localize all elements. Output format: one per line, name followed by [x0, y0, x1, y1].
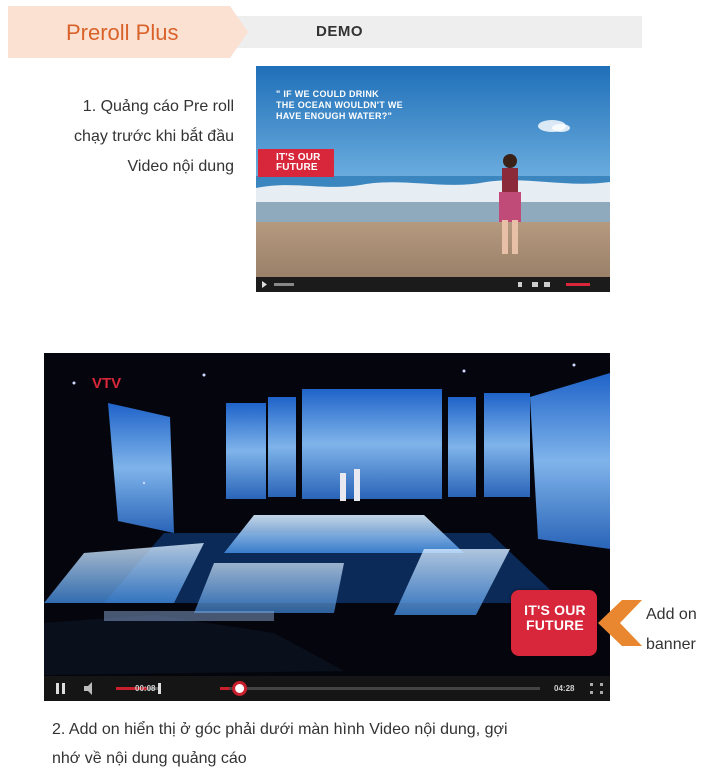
- header-bar: [232, 16, 642, 48]
- banner-line: FUTURE: [526, 617, 584, 633]
- addon-label: Add on banner: [646, 600, 709, 660]
- content-controls: [56, 681, 603, 696]
- tab-title[interactable]: Preroll Plus: [66, 20, 178, 46]
- step1-line: Video nội dung: [127, 158, 234, 175]
- addon-banner-text: IT'S OUR FUTURE: [516, 603, 594, 633]
- addon-line: banner: [646, 636, 696, 653]
- step1-caption: 1. Quảng cáo Pre roll chạy trước khi bắt…: [20, 92, 234, 182]
- preroll-control-bar[interactable]: [256, 277, 610, 292]
- step2-line: 2. Add on hiển thị ở góc phải dưới màn h…: [52, 721, 508, 738]
- fullscreen-icon: [590, 683, 593, 686]
- quote-line: HAVE ENOUGH WATER?": [276, 111, 393, 121]
- step2-caption: 2. Add on hiển thị ở góc phải dưới màn h…: [52, 715, 652, 773]
- volume-icon: [84, 682, 92, 695]
- step1-line: chạy trước khi bắt đầu: [74, 128, 234, 145]
- banner-line: IT'S OUR: [524, 602, 586, 618]
- addon-line: Add on: [646, 606, 697, 623]
- quote-line: THE OCEAN WOULDN'T WE: [276, 100, 403, 110]
- progress-handle: [232, 681, 248, 696]
- volume-icon: [518, 282, 522, 287]
- preroll-quote: " IF WE COULD DRINK THE OCEAN WOULDN'T W…: [276, 89, 456, 122]
- play-icon: [262, 281, 267, 288]
- quote-line: " IF WE COULD DRINK: [276, 89, 379, 99]
- settings-icon: [532, 282, 538, 287]
- progress-track: [220, 687, 540, 690]
- content-control-bar[interactable]: [44, 676, 610, 701]
- time-elapsed: 00:08: [135, 684, 156, 693]
- fullscreen-icon: [544, 282, 550, 287]
- progress-fill: [220, 687, 230, 690]
- preroll-brand-text: IT'S OUR FUTURE: [276, 153, 334, 173]
- brand-line: FUTURE: [276, 162, 318, 173]
- preroll-controls-icons: [262, 281, 590, 288]
- time-total: 04:28: [554, 684, 575, 693]
- section-label: DEMO: [316, 23, 363, 40]
- arrow-left-icon: [598, 600, 642, 646]
- pause-icon: [56, 683, 59, 694]
- channel-logo: VTV: [92, 375, 122, 392]
- step1-line: 1. Quảng cáo Pre roll: [82, 98, 234, 115]
